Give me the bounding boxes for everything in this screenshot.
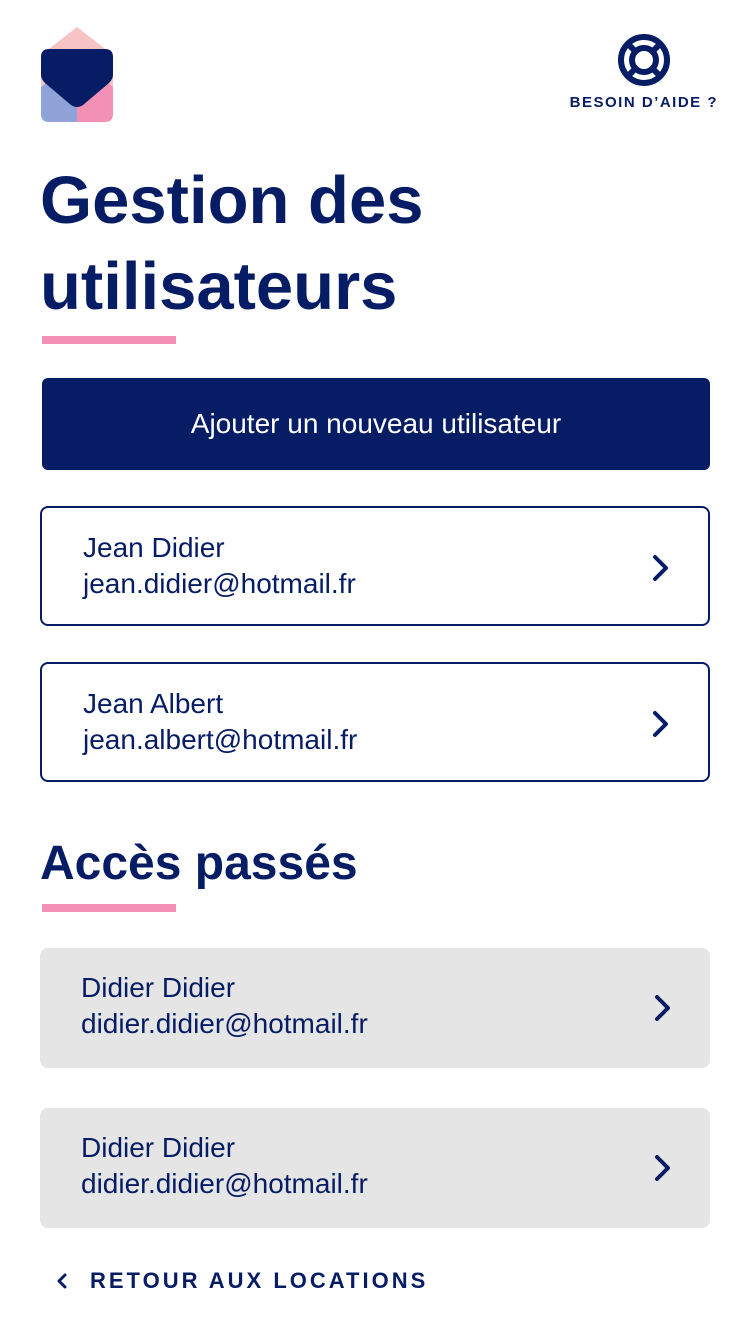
user-name: Jean Didier <box>83 532 225 563</box>
user-email: didier.didier@hotmail.fr <box>81 1168 368 1199</box>
page-title: Gestion des utilisateurs <box>40 163 424 324</box>
user-email: jean.albert@hotmail.fr <box>83 724 358 755</box>
add-user-button[interactable]: Ajouter un nouveau utilisateur <box>42 378 710 470</box>
user-card-jean-didier[interactable]: Jean Didier jean.didier@hotmail.fr <box>40 506 710 626</box>
chevron-right-icon <box>653 711 668 737</box>
help-label: BESOIN D’AIDE ? <box>569 94 718 111</box>
back-label: RETOUR AUX LOCATIONS <box>90 1268 429 1293</box>
chevron-right-icon <box>655 995 670 1021</box>
chevron-right-icon <box>653 555 668 581</box>
past-access-title: Accès passés <box>40 837 358 890</box>
user-email: jean.didier@hotmail.fr <box>83 568 356 599</box>
chevron-right-icon <box>655 1155 670 1181</box>
chevron-left-icon <box>57 1273 67 1289</box>
lifebuoy-icon <box>618 34 670 86</box>
help-link[interactable]: BESOIN D’AIDE ? <box>568 32 718 111</box>
past-access-underline <box>42 904 176 912</box>
title-underline <box>42 336 176 344</box>
user-name: Jean Albert <box>83 688 224 719</box>
brand-logo <box>41 27 113 122</box>
user-card-jean-albert[interactable]: Jean Albert jean.albert@hotmail.fr <box>40 662 710 782</box>
back-to-rentals-link[interactable]: RETOUR AUX LOCATIONS <box>56 1266 428 1296</box>
user-name: Didier Didier <box>81 972 236 1003</box>
past-user-card[interactable]: Didier Didier didier.didier@hotmail.fr <box>40 1108 710 1228</box>
user-name: Didier Didier <box>81 1132 236 1163</box>
past-user-card[interactable]: Didier Didier didier.didier@hotmail.fr <box>40 948 710 1068</box>
user-email: didier.didier@hotmail.fr <box>81 1008 368 1039</box>
